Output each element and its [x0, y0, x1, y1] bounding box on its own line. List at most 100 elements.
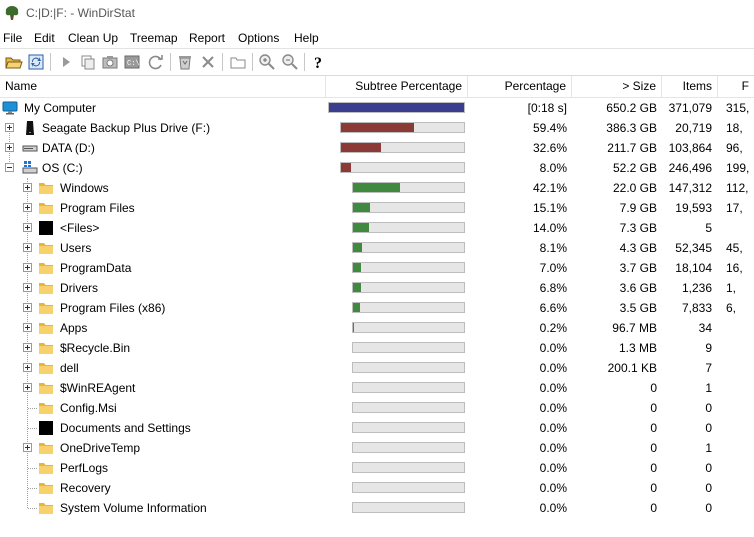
- menu-report[interactable]: Report: [189, 31, 225, 45]
- subtree-percentage-fill: [329, 103, 464, 112]
- open-folder-icon[interactable]: [4, 52, 24, 72]
- size-value: 0: [650, 481, 657, 495]
- menu-help[interactable]: Help: [294, 31, 319, 45]
- size-value: 7.9 GB: [619, 201, 657, 215]
- item-name: <Files>: [60, 221, 100, 235]
- expand-icon[interactable]: [23, 383, 32, 392]
- tree-row[interactable]: System Volume Information 0.0% 0 0: [0, 498, 754, 518]
- tree-row[interactable]: Seagate Backup Plus Drive (F:) 59.4% 386.3…: [0, 118, 754, 138]
- expand-icon[interactable]: [23, 263, 32, 272]
- column-files[interactable]: F: [718, 76, 754, 97]
- refresh-selected-icon[interactable]: [146, 52, 166, 72]
- subtree-percentage-bar: [340, 162, 465, 173]
- files-icon: [39, 221, 53, 235]
- zoom-in-icon[interactable]: [257, 52, 277, 72]
- tree-row[interactable]: Documents and Settings 0.0% 0 0: [0, 418, 754, 438]
- percentage-value: 0.0%: [539, 461, 567, 475]
- item-name: Drivers: [60, 281, 98, 295]
- items-value: 9: [705, 341, 712, 355]
- expand-icon[interactable]: [23, 363, 32, 372]
- expand-icon[interactable]: [5, 143, 14, 152]
- expand-icon[interactable]: [23, 283, 32, 292]
- item-name: Documents and Settings: [60, 421, 191, 435]
- items-value: 7,833: [681, 301, 712, 315]
- percentage-value: 59.4%: [532, 121, 567, 135]
- delete-icon[interactable]: [198, 52, 218, 72]
- tree-row[interactable]: Drivers 6.8% 3.6 GB 1,236 1,: [0, 278, 754, 298]
- svg-text:C:\: C:\: [127, 60, 140, 68]
- files-value: 112,: [726, 181, 749, 195]
- files-value: 96,: [726, 141, 743, 155]
- tree-row[interactable]: OneDriveTemp 0.0% 0 1: [0, 438, 754, 458]
- files-value: [726, 318, 754, 338]
- recycle-icon[interactable]: [175, 52, 195, 72]
- tree-guide-line: [28, 428, 37, 429]
- tree-row[interactable]: Recovery 0.0% 0 0: [0, 478, 754, 498]
- folder-icon: [39, 503, 53, 514]
- column-size[interactable]: > Size: [572, 76, 662, 97]
- camera-icon[interactable]: [100, 52, 120, 72]
- play-icon[interactable]: [56, 52, 76, 72]
- tree-row[interactable]: <Files> 14.0% 7.3 GB 5: [0, 218, 754, 238]
- expand-icon[interactable]: [23, 183, 32, 192]
- menu-treemap[interactable]: Treemap: [130, 31, 178, 45]
- tree-row[interactable]: Apps 0.2% 96.7 MB 34: [0, 318, 754, 338]
- files-value: [726, 498, 754, 518]
- tree-row[interactable]: Program Files (x86) 6.6% 3.5 GB 7,833 6,: [0, 298, 754, 318]
- refresh-icon[interactable]: [26, 52, 46, 72]
- tree-row[interactable]: Program Files 15.1% 7.9 GB 19,593 17,: [0, 198, 754, 218]
- tree-row[interactable]: ProgramData 7.0% 3.7 GB 18,104 16,: [0, 258, 754, 278]
- tree-row[interactable]: dell 0.0% 200.1 KB 7: [0, 358, 754, 378]
- menu-clean-up[interactable]: Clean Up: [68, 31, 118, 45]
- tree-root-row[interactable]: My Computer [0:18 s] 650.2 GB 371,079 315,: [0, 98, 754, 118]
- help-icon[interactable]: ?: [309, 52, 329, 72]
- subtree-percentage-bar: [352, 242, 465, 253]
- column-header: Name Subtree Percentage Percentage > Siz…: [0, 76, 754, 98]
- items-value: 1: [705, 441, 712, 455]
- expand-icon[interactable]: [23, 203, 32, 212]
- expand-icon[interactable]: [23, 343, 32, 352]
- folder-icon: [39, 203, 53, 214]
- size-value: 3.5 GB: [619, 301, 657, 315]
- tree-row[interactable]: Users 8.1% 4.3 GB 52,345 45,: [0, 238, 754, 258]
- column-subtree-percentage[interactable]: Subtree Percentage: [326, 76, 468, 97]
- subtree-percentage-bar: [340, 142, 465, 153]
- menu-file[interactable]: File: [3, 31, 22, 45]
- percentage-value: 0.0%: [539, 361, 567, 375]
- tree-row[interactable]: Windows 42.1% 22.0 GB 147,312 112,: [0, 178, 754, 198]
- expand-icon[interactable]: [23, 243, 32, 252]
- toolbar-separator: [222, 53, 223, 71]
- tree-icon: [5, 6, 19, 20]
- column-items[interactable]: Items: [662, 76, 718, 97]
- collapse-icon[interactable]: [5, 163, 14, 172]
- column-name[interactable]: Name: [0, 76, 326, 97]
- toolbar-separator: [252, 53, 253, 71]
- percentage-value: 0.2%: [539, 321, 567, 335]
- tree-row[interactable]: $WinREAgent 0.0% 0 1: [0, 378, 754, 398]
- folder-icon: [39, 383, 53, 394]
- expand-icon[interactable]: [23, 323, 32, 332]
- tree-row[interactable]: $Recycle.Bin 0.0% 1.3 MB 9: [0, 338, 754, 358]
- expand-icon[interactable]: [23, 223, 32, 232]
- item-name: Seagate Backup Plus Drive (F:): [42, 121, 211, 135]
- items-value: 20,719: [675, 121, 712, 135]
- copy-icon[interactable]: [78, 52, 98, 72]
- tree-row[interactable]: OS (C:) 8.0% 52.2 GB 246,496 199,: [0, 158, 754, 178]
- command-icon[interactable]: C:\: [122, 52, 142, 72]
- tree-row[interactable]: PerfLogs 0.0% 0 0: [0, 458, 754, 478]
- subtree-percentage-bar: [352, 222, 465, 233]
- subtree-percentage-bar: [352, 202, 465, 213]
- size-value: 3.7 GB: [619, 261, 657, 275]
- expand-icon[interactable]: [23, 443, 32, 452]
- tree-row[interactable]: DATA (D:) 32.6% 211.7 GB 103,864 96,: [0, 138, 754, 158]
- menu-options[interactable]: Options: [238, 31, 279, 45]
- percentage-value: 8.0%: [539, 161, 567, 175]
- percentage-value: 0.0%: [539, 341, 567, 355]
- expand-icon[interactable]: [23, 303, 32, 312]
- column-percentage[interactable]: Percentage: [468, 76, 572, 97]
- menu-edit[interactable]: Edit: [34, 31, 55, 45]
- new-folder-icon[interactable]: [228, 52, 248, 72]
- zoom-out-icon[interactable]: [280, 52, 300, 72]
- expand-icon[interactable]: [5, 123, 14, 132]
- tree-row[interactable]: Config.Msi 0.0% 0 0: [0, 398, 754, 418]
